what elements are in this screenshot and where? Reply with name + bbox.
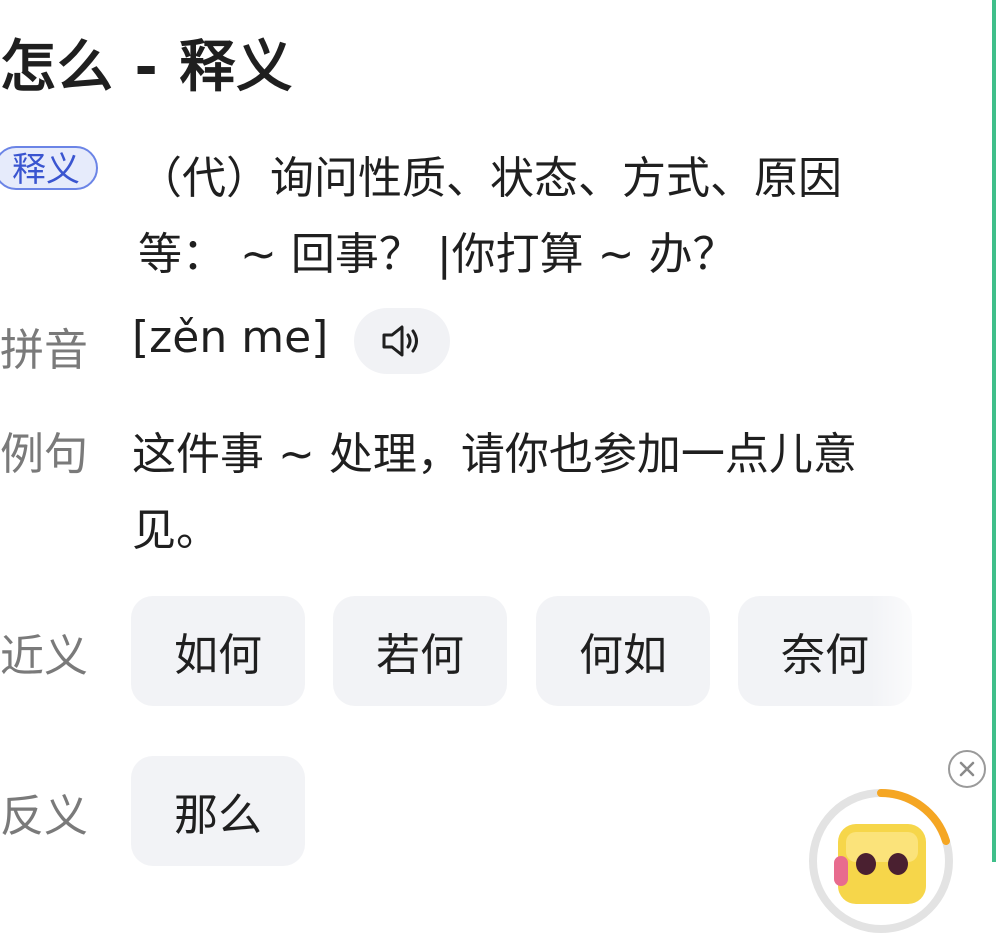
example-label: 例句 (0, 429, 88, 480)
close-floating-button[interactable] (948, 750, 986, 788)
play-pronunciation-button[interactable] (354, 308, 450, 374)
synonym-chip[interactable]: 如何 (131, 596, 305, 706)
synonym-chip[interactable]: 何如 (536, 596, 710, 706)
synonym-chip[interactable]: 若何 (333, 596, 507, 706)
synonyms-label: 近义 (0, 631, 88, 682)
speaker-icon (382, 325, 418, 357)
antonyms-label: 反义 (0, 791, 88, 842)
example-line-1: 这件事 ~ 处理，请你也参加一点儿意 (132, 429, 857, 480)
floating-mascot-button[interactable] (806, 786, 956, 936)
page-title: 怎么 - 释义 (0, 35, 294, 100)
antonym-chip[interactable]: 那么 (131, 756, 305, 866)
definition-badge: 释义 (0, 146, 98, 190)
pinyin-value: [zěn me] (132, 312, 329, 363)
scroll-edge-accent (992, 0, 996, 862)
pinyin-label: 拼音 (0, 325, 88, 376)
definition-line-1: （代）询问性质、状态、方式、原因 (138, 153, 842, 204)
overflow-fade (870, 590, 960, 710)
example-line-2: 见。 (132, 505, 220, 556)
mascot-icon (834, 824, 926, 904)
close-icon (959, 761, 975, 777)
definition-line-2: 等： ~ 回事？ |你打算 ~ 办？ (138, 229, 737, 280)
